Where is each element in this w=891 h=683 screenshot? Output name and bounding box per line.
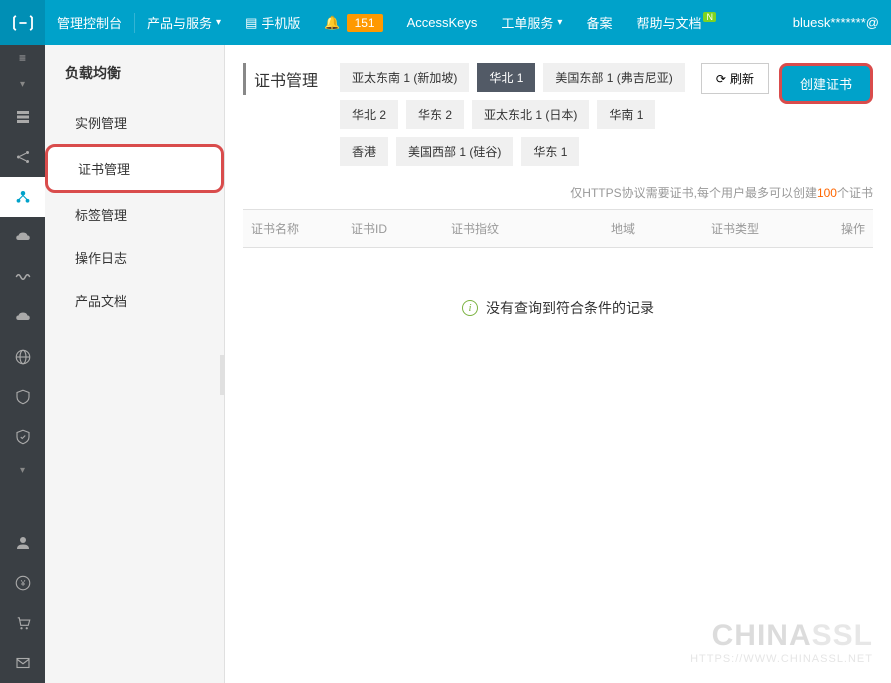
- info-icon: i: [462, 300, 478, 316]
- col-type: 证书类型: [703, 220, 773, 237]
- nav-instance-mgmt[interactable]: 实例管理: [45, 101, 224, 144]
- region-tab[interactable]: 华东 1: [521, 137, 579, 166]
- products-label: 产品与服务: [147, 13, 212, 32]
- nav-icon-user[interactable]: [0, 523, 45, 563]
- refresh-icon: ⟳: [716, 72, 726, 86]
- sidebar-caret-2[interactable]: ▾: [0, 457, 45, 483]
- chevron-down-icon: ▾: [216, 17, 221, 28]
- refresh-label: 刷新: [730, 70, 754, 87]
- nav-docs[interactable]: 产品文档: [45, 279, 224, 322]
- chevron-down-icon: ▾: [20, 465, 25, 476]
- nav-icon-globe[interactable]: [0, 337, 45, 377]
- sidebar-caret[interactable]: ▾: [0, 71, 45, 97]
- nav-cert-mgmt[interactable]: 证书管理: [45, 144, 224, 193]
- help-menu[interactable]: 帮助与文档 N: [624, 0, 728, 45]
- nav-icon-network[interactable]: [0, 137, 45, 177]
- nav-icon-cart[interactable]: [0, 603, 45, 643]
- nav-icon-mail[interactable]: [0, 643, 45, 683]
- refresh-button[interactable]: ⟳ 刷新: [701, 63, 769, 94]
- empty-state: i 没有查询到符合条件的记录: [243, 248, 873, 368]
- watermark: CHINASSL HTTPS://WWW.CHINASSL.NET: [690, 619, 873, 665]
- products-menu[interactable]: 产品与服务 ▾: [135, 0, 233, 45]
- col-cert-name: 证书名称: [243, 220, 343, 237]
- sidebar-title: 负载均衡: [45, 45, 224, 101]
- chevron-down-icon: ▾: [557, 17, 562, 28]
- page-header: 证书管理 亚太东南 1 (新加坡) 华北 1 美国东部 1 (弗吉尼亚) 华北 …: [243, 63, 873, 166]
- nav-icon-billing[interactable]: ¥: [0, 563, 45, 603]
- sidebar-toggle[interactable]: ≡: [0, 45, 45, 71]
- mobile-label: 手机版: [261, 13, 300, 32]
- console-link[interactable]: 管理控制台: [45, 0, 134, 45]
- hint-prefix: 仅HTTPS协议需要证书,每个用户最多可以创建: [570, 186, 817, 200]
- page-title: 证书管理: [243, 63, 330, 95]
- page-actions: ⟳ 刷新 创建证书: [701, 63, 873, 104]
- mobile-icon: ▤: [245, 15, 257, 31]
- user-menu[interactable]: bluesk*******@: [781, 0, 891, 45]
- col-operation: 操作: [773, 220, 873, 237]
- notification-count: 151: [347, 14, 383, 32]
- access-keys-link[interactable]: AccessKeys: [395, 0, 490, 45]
- tickets-label: 工单服务: [501, 13, 553, 32]
- beian-link[interactable]: 备案: [574, 0, 624, 45]
- notifications[interactable]: 🔔 151: [312, 0, 394, 45]
- tickets-menu[interactable]: 工单服务 ▾: [489, 0, 574, 45]
- region-tab[interactable]: 华南 1: [597, 100, 655, 129]
- region-tabs: 亚太东南 1 (新加坡) 华北 1 美国东部 1 (弗吉尼亚) 华北 2 华东 …: [340, 63, 689, 166]
- hint-suffix: 个证书: [837, 186, 873, 200]
- col-region: 地域: [603, 220, 703, 237]
- help-label: 帮助与文档: [636, 13, 701, 32]
- hint-num: 100: [817, 186, 837, 200]
- new-badge: N: [703, 12, 716, 22]
- watermark-sub: HTTPS://WWW.CHINASSL.NET: [690, 653, 873, 665]
- mobile-link[interactable]: ▤ 手机版: [233, 0, 312, 45]
- col-cert-id: 证书ID: [343, 220, 443, 237]
- create-cert-button[interactable]: 创建证书: [779, 63, 873, 104]
- col-fingerprint: 证书指纹: [443, 220, 603, 237]
- region-tab[interactable]: 华北 2: [340, 100, 398, 129]
- icon-sidebar: ≡ ▾ ▾ ¥: [0, 45, 45, 683]
- sub-sidebar: 负载均衡 实例管理 证书管理 标签管理 操作日志 产品文档 ⋮: [45, 45, 225, 683]
- watermark-main: CHINASSL: [690, 619, 873, 653]
- region-tab[interactable]: 香港: [340, 137, 388, 166]
- region-tab[interactable]: 美国西部 1 (硅谷): [396, 137, 513, 166]
- nav-icon-servers[interactable]: [0, 97, 45, 137]
- table-header: 证书名称 证书ID 证书指纹 地域 证书类型 操作: [243, 209, 873, 248]
- region-tab[interactable]: 华东 2: [406, 100, 464, 129]
- nav-icon-cloud2[interactable]: [0, 297, 45, 337]
- main-content: 证书管理 亚太东南 1 (新加坡) 华北 1 美国东部 1 (弗吉尼亚) 华北 …: [225, 45, 891, 683]
- logo[interactable]: [0, 0, 45, 45]
- chevron-down-icon: ▾: [20, 79, 25, 90]
- region-tab[interactable]: 亚太东南 1 (新加坡): [340, 63, 469, 92]
- nav-icon-shield-check[interactable]: [0, 417, 45, 457]
- hint-text: 仅HTTPS协议需要证书,每个用户最多可以创建100个证书: [243, 184, 873, 201]
- region-tab[interactable]: 美国东部 1 (弗吉尼亚): [543, 63, 684, 92]
- top-header: 管理控制台 产品与服务 ▾ ▤ 手机版 🔔 151 AccessKeys 工单服…: [0, 0, 891, 45]
- region-tab[interactable]: 华北 1: [477, 63, 535, 92]
- nav-tag-mgmt[interactable]: 标签管理: [45, 193, 224, 236]
- menu-icon: ≡: [19, 51, 26, 65]
- nav-icon-loadbalancer[interactable]: [0, 177, 45, 217]
- svg-text:¥: ¥: [19, 579, 25, 588]
- nav-icon-cloud[interactable]: [0, 217, 45, 257]
- empty-text: 没有查询到符合条件的记录: [486, 298, 654, 318]
- bell-icon: 🔔: [324, 15, 340, 31]
- nav-logs[interactable]: 操作日志: [45, 236, 224, 279]
- nav-icon-shield[interactable]: [0, 377, 45, 417]
- region-tab[interactable]: 亚太东北 1 (日本): [472, 100, 589, 129]
- nav-icon-wave[interactable]: [0, 257, 45, 297]
